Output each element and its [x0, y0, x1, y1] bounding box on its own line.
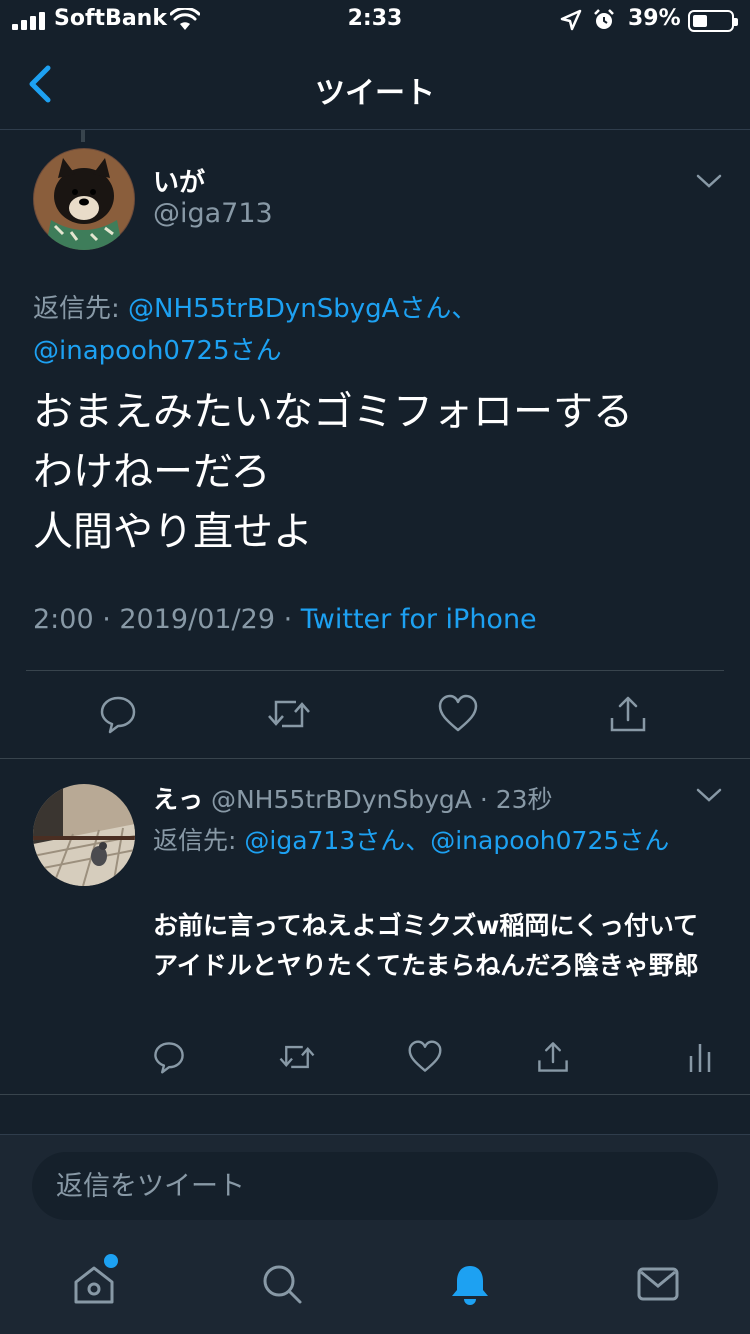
tweet-meta: 2:00 · 2019/01/29 · Twitter for iPhone — [33, 604, 537, 635]
tweet-text: お前に言ってねえよゴミクズw稲岡にくっ付いてアイドルとヤりたくてたまらねんだろ陰… — [153, 911, 699, 980]
chevron-down-icon[interactable] — [696, 786, 722, 804]
mail-icon[interactable] — [636, 1262, 680, 1306]
reply-header: えっ @NH55trBDynSbygA · 23秒 — [153, 780, 553, 816]
mention-link[interactable]: @iga713さん、 — [244, 826, 430, 855]
battery-percent: 39% — [628, 6, 681, 31]
divider — [26, 670, 724, 671]
status-bar: SoftBank 2:33 39% — [0, 0, 750, 42]
author-name[interactable]: えっ — [153, 785, 203, 814]
mention-link[interactable]: @inapooh0725さん — [33, 336, 282, 366]
mention-link[interactable]: @NH55trBDynSbygAさん、 — [128, 294, 477, 324]
author-handle[interactable]: @iga713 — [153, 198, 273, 229]
author-handle[interactable]: @NH55trBDynSbygA — [203, 785, 472, 814]
divider — [0, 1094, 750, 1095]
home-icon[interactable] — [72, 1262, 116, 1306]
reply-to-line: 返信先: @NH55trBDynSbygAさん、 @inapooh0725さん — [33, 288, 723, 372]
mention-link[interactable]: @inapooh0725さん — [430, 826, 669, 855]
tweet-text: おまえみたいなゴミフォローする わけねーだろ 人間やり直せよ — [33, 389, 633, 555]
analytics-icon[interactable] — [688, 1040, 712, 1074]
tweet-source-link[interactable]: Twitter for iPhone — [301, 604, 537, 635]
reply-icon[interactable] — [98, 694, 138, 734]
page-title: ツイート — [315, 76, 435, 111]
reply-to-label: 返信先: — [153, 826, 245, 855]
reply-composer[interactable] — [32, 1152, 718, 1220]
avatar[interactable] — [33, 784, 135, 886]
bell-icon[interactable] — [448, 1262, 492, 1306]
nav-header: ツイート — [0, 42, 750, 130]
alarm-icon — [594, 9, 614, 29]
reply-icon[interactable] — [152, 1040, 186, 1074]
thread-connector — [81, 130, 85, 142]
chevron-down-icon[interactable] — [696, 172, 722, 190]
retweet-icon[interactable] — [266, 694, 312, 734]
reply-to-line: 返信先: @iga713さん、@inapooh0725さん — [153, 820, 713, 862]
avatar[interactable] — [33, 148, 135, 250]
heart-icon[interactable] — [408, 1040, 442, 1074]
tweet-detail-screen: SoftBank 2:33 39% ツイート いが @iga713 返信先: @… — [0, 0, 750, 1334]
relative-time: · 23秒 — [471, 785, 553, 814]
location-arrow-icon — [560, 9, 582, 31]
tweet-timestamp: 2:00 · 2019/01/29 · — [33, 604, 301, 635]
divider — [0, 758, 750, 759]
reply-to-label: 返信先: — [33, 294, 129, 324]
retweet-icon[interactable] — [278, 1040, 316, 1074]
new-content-dot — [104, 1254, 118, 1268]
author-name[interactable]: いが — [153, 162, 205, 199]
search-icon[interactable] — [260, 1262, 304, 1306]
heart-icon[interactable] — [438, 694, 478, 734]
share-icon[interactable] — [608, 694, 648, 734]
share-icon[interactable] — [536, 1040, 570, 1074]
battery-icon — [688, 10, 738, 32]
reply-input[interactable] — [32, 1152, 718, 1220]
